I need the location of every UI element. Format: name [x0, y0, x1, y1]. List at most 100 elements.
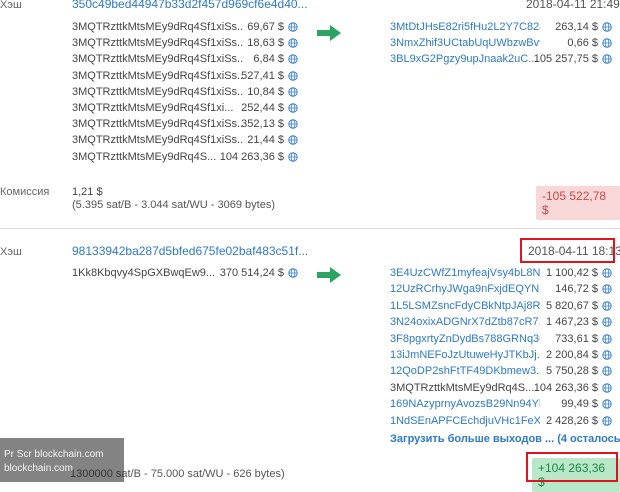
tx2-output-value: 2 428,26 $	[546, 414, 598, 427]
tx1-fee-value: 1,21 $	[72, 186, 103, 198]
total-highlight-box	[526, 452, 618, 482]
arrow-right-icon	[317, 25, 341, 41]
tx2-output-value: 104 263,36 $	[533, 381, 598, 394]
tx1-date: 2018-04-11 21:49	[526, 0, 620, 11]
globe-icon[interactable]	[602, 301, 612, 311]
globe-icon[interactable]	[288, 151, 298, 162]
load-more-outputs-link[interactable]: Загрузить больше выходов ... (4 осталось…	[390, 433, 620, 445]
globe-icon[interactable]	[288, 38, 298, 48]
tx2-output-address[interactable]: 3N24oxixADGNrX7dZtb87cR7...	[390, 316, 540, 328]
tx2-output-row: 1NdSEnAPFCEchdjuVHc1FeX... 2 428,26 $	[390, 415, 612, 432]
tx2-output-row: 13iJmNEFoJzUtuweHyJTKbJj... 2 200,84 $	[390, 349, 612, 366]
tx1-fee-detail: (5.395 sat/B - 3.044 sat/WU - 3069 bytes…	[72, 199, 275, 211]
tx2-output-value: 5 820,67 $	[546, 299, 598, 312]
tx1-input-value: 21,44 $	[247, 134, 284, 147]
tx1-output-value: 263,14 $	[555, 21, 598, 33]
globe-icon[interactable]	[288, 54, 298, 65]
tx2-output-row: 12UzRCrhyJWga9nFxjdEQYNPL... 146,72 $	[390, 283, 612, 300]
tx2-output-row: 3N24oxixADGNrX7dZtb87cR7... 1 467,23 $	[390, 316, 612, 333]
tx1-input-row: 3MQTRzttkMtsMEy9dRq4Sf1xi... 252,44 $	[72, 102, 298, 118]
tx1-input-row: 3MQTRzttkMtsMEy9dRq4S... 104 263,36 $	[72, 151, 298, 167]
tx1-input-value: 69,67 $	[247, 21, 284, 33]
globe-icon[interactable]	[288, 268, 298, 278]
globe-icon[interactable]	[288, 103, 298, 113]
tx1-output-address[interactable]: 3MtDtJHsE82ri5fHu2L2Y7C828...	[390, 21, 540, 33]
arrow-right-icon	[317, 267, 341, 283]
tx1-input-address[interactable]: 3MQTRzttkMtsMEy9dRq4Sf1xiSs...	[72, 86, 244, 98]
globe-icon[interactable]	[602, 399, 612, 409]
tx1-input-row: 3MQTRzttkMtsMEy9dRq4Sf1xiSs... 527,41 $	[72, 70, 298, 86]
tx1-input-address[interactable]: 3MQTRzttkMtsMEy9dRq4S...	[72, 151, 216, 163]
globe-icon[interactable]	[602, 22, 612, 32]
tx1-hash-link[interactable]: 350c49bed44947b33d2f457d969cf6e4d40...	[72, 0, 308, 11]
tx1-output-value: 0,66 $	[567, 37, 598, 50]
globe-icon[interactable]	[602, 54, 612, 65]
tx1-input-row: 3MQTRzttkMtsMEy9dRq4Sf1xiSs... 21,44 $	[72, 134, 298, 150]
tx2-hash-label: Хэш	[0, 246, 22, 258]
globe-icon[interactable]	[602, 38, 612, 48]
tx2-output-address[interactable]: 12QoDP2shFtTF49DKbmew3...	[390, 365, 540, 377]
tx1-input-address[interactable]: 3MQTRzttkMtsMEy9dRq4Sf1xi...	[72, 102, 233, 114]
globe-icon[interactable]	[602, 366, 612, 377]
tx1-output-value: 105 257,75 $	[533, 53, 598, 66]
tx1-input-address[interactable]: 3MQTRzttkMtsMEy9dRq4Sf1xiSs...	[72, 134, 244, 146]
watermark-line1: Pr Scr blockchain.com	[4, 449, 104, 460]
tx1-input-value: 6,84 $	[253, 53, 284, 66]
tx2-output-address[interactable]: 169NAzyprnyAvozsB29Nn94Yk...	[390, 398, 540, 410]
tx1-output-row: 3NmxZhif3UCtabUqUWbzwBv9K... 0,66 $	[390, 37, 612, 54]
tx1-output-row: 3BL9xG2Pgzy9upJnaak2uC... 105 257,75 $	[390, 53, 612, 70]
tx1-input-address[interactable]: 3MQTRzttkMtsMEy9dRq4Sf1xiSs...	[72, 37, 244, 49]
globe-icon[interactable]	[288, 70, 298, 81]
tx1-input-value: 527,41 $	[241, 69, 284, 82]
tx2-output-row: 3F8pgxrtyZnDydBs788GRNq36... 733,61 $	[390, 333, 612, 350]
globe-icon[interactable]	[602, 415, 612, 426]
tx2-output-value: 2 200,84 $	[546, 349, 598, 361]
tx2-output-address: 3MQTRzttkMtsMEy9dRq4S...	[390, 381, 535, 394]
tx1-input-address[interactable]: 3MQTRzttkMtsMEy9dRq4Sf1xiSs...	[72, 118, 244, 130]
globe-icon[interactable]	[602, 350, 612, 360]
globe-icon[interactable]	[288, 135, 298, 146]
tx1-input-address[interactable]: 3MQTRzttkMtsMEy9dRq4Sf1xiSs...	[72, 21, 244, 33]
globe-icon[interactable]	[602, 284, 612, 295]
tx2-output-row: 3MQTRzttkMtsMEy9dRq4S... 104 263,36 $	[390, 382, 612, 399]
tx2-output-address[interactable]: 12UzRCrhyJWga9nFxjdEQYNPL...	[390, 283, 540, 295]
tx1-output-address[interactable]: 3BL9xG2Pgzy9upJnaak2uC...	[390, 53, 537, 65]
tx1-input-value: 352,13 $	[241, 118, 284, 131]
tx2-output-row: 169NAzyprnyAvozsB29Nn94Yk... 99,49 $	[390, 398, 612, 415]
tx2-output-address[interactable]: 3F8pgxrtyZnDydBs788GRNq36...	[390, 333, 540, 345]
tx1-input-row: 3MQTRzttkMtsMEy9dRq4Sf1xiSs... 69,67 $	[72, 21, 298, 37]
tx2-input-row: 1Kk8Kbqvy4SpGXBwqEw9... 370 514,24 $	[72, 267, 298, 283]
tx2-output-address[interactable]: 1NdSEnAPFCEchdjuVHc1FeX...	[390, 415, 540, 427]
globe-icon[interactable]	[602, 383, 612, 393]
globe-icon[interactable]	[288, 22, 298, 32]
tx1-input-row: 3MQTRzttkMtsMEy9dRq4Sf1xiSs... 18,63 $	[72, 37, 298, 53]
tx2-output-address[interactable]: 1L5LSMZsncFdyCBkNtpJAj8R...	[390, 300, 540, 312]
tx1-input-value: 18,63 $	[247, 37, 284, 50]
tx1-input-address[interactable]: 3MQTRzttkMtsMEy9dRq4Sf1xiSs...	[72, 70, 244, 82]
tx1-total-badge: -105 522,78 $	[536, 186, 620, 220]
tx1-input-address[interactable]: 3MQTRzttkMtsMEy9dRq4Sf1xiSs...	[72, 53, 244, 65]
globe-icon[interactable]	[602, 268, 612, 278]
tx1-input-row: 3MQTRzttkMtsMEy9dRq4Sf1xiSs... 6,84 $	[72, 53, 298, 69]
tx1-output-row: 3MtDtJHsE82ri5fHu2L2Y7C828... 263,14 $	[390, 21, 612, 38]
tx2-output-address[interactable]: 3E4UzCWfZ1myfeajVsy4bL8N...	[390, 267, 540, 279]
date-highlight-box	[520, 238, 615, 263]
tx2-output-row: 12QoDP2shFtTF49DKbmew3... 5 750,28 $	[390, 365, 612, 382]
tx2-output-address[interactable]: 13iJmNEFoJzUtuweHyJTKbJj...	[390, 349, 540, 361]
tx2-input-address[interactable]: 1Kk8Kbqvy4SpGXBwqEw9...	[72, 267, 215, 279]
watermark-line2: blockchain.com	[4, 463, 73, 474]
tx1-input-row: 3MQTRzttkMtsMEy9dRq4Sf1xiSs... 352,13 $	[72, 118, 298, 134]
tx2-output-value: 146,72 $	[555, 283, 598, 296]
tx2-output-row: 1L5LSMZsncFdyCBkNtpJAj8R... 5 820,67 $	[390, 300, 612, 317]
tx2-hash-link[interactable]: 98133942ba287d5bfed675fe02baf483c51f...	[72, 244, 308, 258]
globe-icon[interactable]	[288, 87, 298, 97]
tx2-output-value: 5 750,28 $	[546, 365, 598, 378]
globe-icon[interactable]	[602, 333, 612, 344]
globe-icon[interactable]	[602, 317, 612, 327]
tx1-output-address[interactable]: 3NmxZhif3UCtabUqUWbzwBv9K...	[390, 37, 540, 49]
tx1-hash-label: Хэш	[0, 0, 22, 11]
tx2-input-value: 370 514,24 $	[219, 267, 284, 279]
globe-icon[interactable]	[288, 119, 298, 129]
tx2-output-value: 99,49 $	[561, 398, 598, 411]
tx2-output-value: 1 467,23 $	[546, 316, 598, 329]
